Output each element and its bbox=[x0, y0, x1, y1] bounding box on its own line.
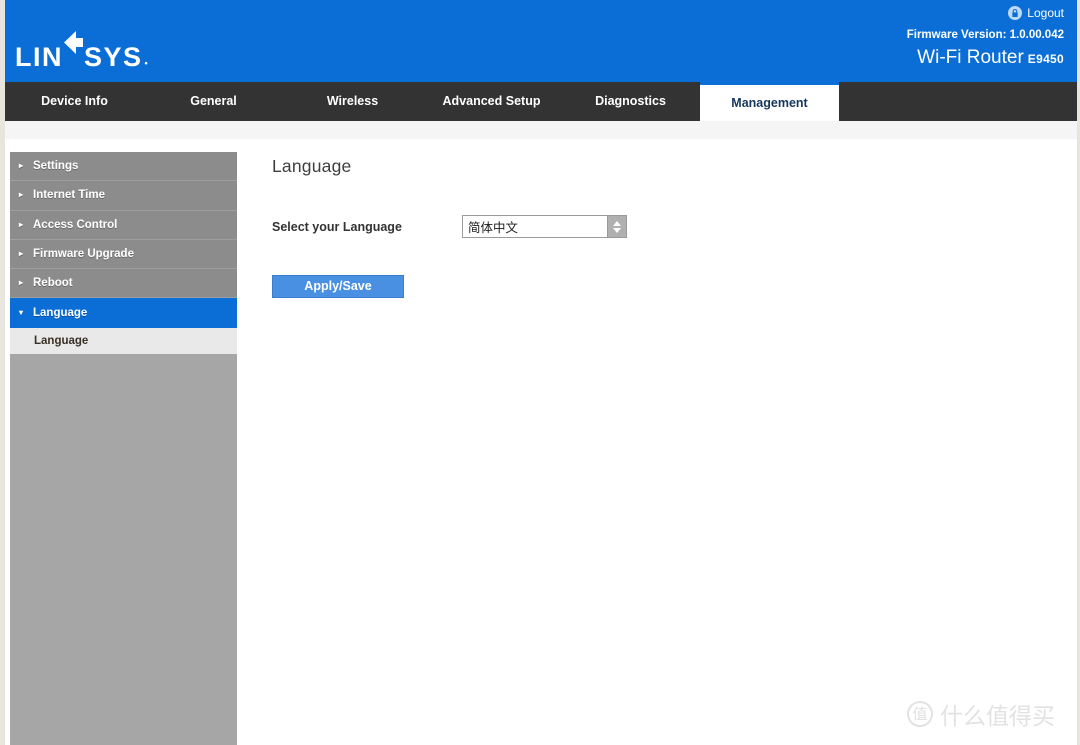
chevron-right-icon: ▸ bbox=[19, 219, 24, 229]
tab-advanced-setup[interactable]: Advanced Setup bbox=[422, 82, 561, 121]
site-watermark: 值 什么值得买 bbox=[907, 697, 1055, 731]
tab-management[interactable]: Management bbox=[700, 82, 839, 121]
page-title: Language bbox=[272, 156, 352, 176]
watermark-logo-icon: 值 bbox=[907, 701, 933, 727]
language-form-row: Select your Language 简体中文 bbox=[272, 215, 1077, 238]
sidebar-item-access-control[interactable]: ▸ Access Control bbox=[10, 210, 237, 240]
chevron-right-icon: ▸ bbox=[19, 278, 24, 288]
chevron-up-icon bbox=[613, 220, 621, 226]
sidebar-subitem-language[interactable]: Language bbox=[10, 327, 237, 354]
firmware-version: Firmware Version: 1.0.00.042 bbox=[906, 29, 1064, 41]
language-select[interactable]: 简体中文 bbox=[462, 215, 627, 238]
sidebar-item-settings[interactable]: ▸ Settings bbox=[10, 152, 237, 182]
sidebar-menu: ▸ Settings ▸ Internet Time ▸ Access Cont… bbox=[10, 152, 237, 745]
chevron-right-icon: ▸ bbox=[19, 161, 24, 171]
content-top-gap bbox=[5, 139, 1077, 152]
sidebar-item-firmware-upgrade[interactable]: ▸ Firmware Upgrade bbox=[10, 239, 237, 270]
chevron-down-icon: ▾ bbox=[19, 307, 24, 317]
product-model-line: Wi-Fi Router E9450 bbox=[907, 48, 1064, 67]
page-left-margin bbox=[0, 0, 5, 745]
nav-underbar bbox=[5, 121, 1077, 139]
sidebar-item-label: Language bbox=[33, 306, 88, 319]
tab-general[interactable]: General bbox=[144, 82, 283, 121]
sidebar-item-reboot[interactable]: ▸ Reboot bbox=[10, 269, 237, 299]
page-header: LIN SYS • Logout Firmware Version: 1.0.00.… bbox=[5, 0, 1077, 82]
header-right-group: Logout Firmware Version: 1.0.00.042 Wi-F… bbox=[907, 6, 1064, 67]
sidebar-item-label: Internet Time bbox=[33, 189, 105, 202]
logo-k-arrow-icon bbox=[64, 31, 83, 66]
linksys-logo: LIN SYS • bbox=[15, 31, 150, 72]
chevron-right-icon: ▸ bbox=[19, 190, 24, 200]
main-area: ▸ Settings ▸ Internet Time ▸ Access Cont… bbox=[5, 152, 1077, 745]
sidebar-item-language[interactable]: ▾ Language bbox=[10, 298, 237, 328]
logo-text-left: LIN bbox=[15, 42, 63, 72]
lock-icon bbox=[1008, 6, 1023, 20]
logo-trademark: • bbox=[144, 58, 150, 68]
apply-save-button[interactable]: Apply/Save bbox=[272, 275, 404, 298]
chevron-down-icon bbox=[613, 227, 621, 233]
content-panel: Language Select your Language 简体中文 Apply… bbox=[250, 152, 1077, 745]
tab-device-info[interactable]: Device Info bbox=[5, 82, 144, 121]
sidebar-item-label: Reboot bbox=[33, 277, 73, 290]
logo-text-right: SYS bbox=[84, 42, 143, 72]
sidebar-item-label: Firmware Upgrade bbox=[33, 248, 134, 261]
language-select-spinner[interactable] bbox=[607, 216, 626, 237]
product-name: Wi-Fi Router bbox=[917, 46, 1024, 68]
chevron-right-icon: ▸ bbox=[19, 249, 24, 259]
select-language-label: Select your Language bbox=[272, 219, 402, 234]
sidebar-item-label: Access Control bbox=[33, 218, 118, 231]
tab-diagnostics[interactable]: Diagnostics bbox=[561, 82, 700, 121]
tab-wireless[interactable]: Wireless bbox=[283, 82, 422, 121]
model-number: E9450 bbox=[1027, 51, 1064, 66]
main-navigation: Device Info General Wireless Advanced Se… bbox=[5, 82, 1077, 121]
language-select-value: 简体中文 bbox=[463, 216, 607, 237]
sidebar-item-label: Settings bbox=[33, 160, 79, 173]
watermark-text: 什么值得买 bbox=[940, 704, 1055, 730]
router-admin-page: LIN SYS • Logout Firmware Version: 1.0.00.… bbox=[5, 0, 1077, 745]
logout-button[interactable]: Logout bbox=[907, 6, 1064, 20]
logout-label: Logout bbox=[1027, 6, 1064, 20]
sidebar-item-internet-time[interactable]: ▸ Internet Time bbox=[10, 181, 237, 211]
